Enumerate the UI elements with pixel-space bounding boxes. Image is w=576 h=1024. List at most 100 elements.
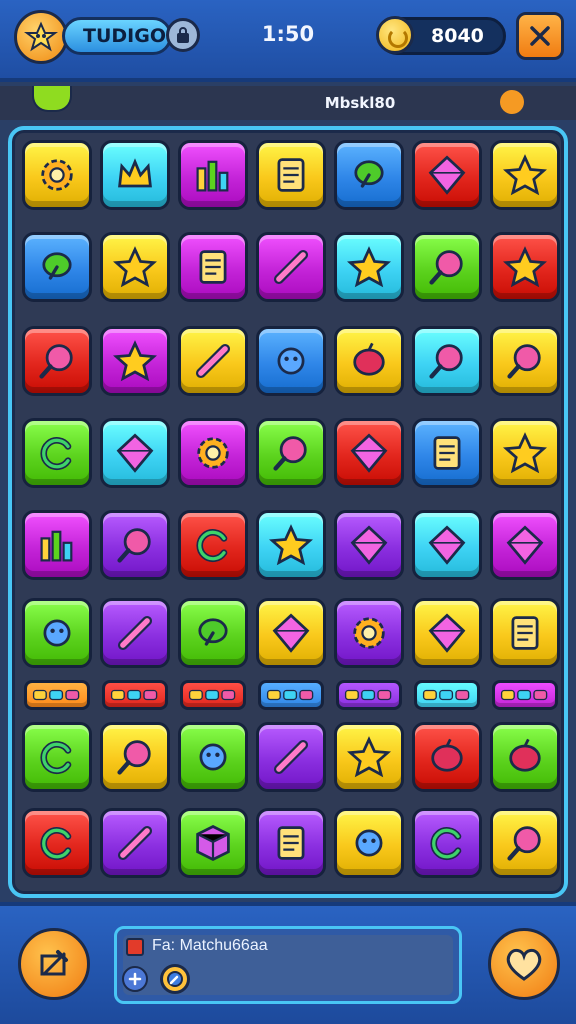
board-tile[interactable] xyxy=(100,140,170,210)
board-tile[interactable] xyxy=(22,326,92,396)
board-tile[interactable] xyxy=(334,232,404,302)
timer-text: 1:50 xyxy=(261,22,315,46)
board-tile[interactable] xyxy=(492,680,558,710)
board-tile[interactable] xyxy=(180,680,246,710)
board-tile[interactable] xyxy=(414,680,480,710)
board-tile[interactable] xyxy=(24,680,90,710)
board-tile[interactable] xyxy=(490,140,560,210)
board-tile[interactable] xyxy=(178,232,248,302)
pattern-bar-icon xyxy=(344,689,392,701)
rainbow-slash-icon xyxy=(273,249,309,285)
star-wand-icon xyxy=(347,736,391,778)
board-tile[interactable] xyxy=(490,510,560,580)
board-tile[interactable] xyxy=(334,722,404,792)
board-tile[interactable] xyxy=(256,510,326,580)
board-tile[interactable] xyxy=(412,598,482,668)
info-plus-button[interactable] xyxy=(122,966,148,992)
image-frame-icon xyxy=(199,250,227,284)
emerald-icon xyxy=(116,433,154,473)
board-tile[interactable] xyxy=(412,722,482,792)
board-tile[interactable] xyxy=(490,418,560,488)
close-button[interactable] xyxy=(516,12,564,60)
apple-icon xyxy=(353,342,385,376)
board-tile[interactable] xyxy=(336,680,402,710)
star-icon xyxy=(113,246,157,288)
board-tile[interactable] xyxy=(178,598,248,668)
phone-icon xyxy=(277,158,305,192)
broccoli-icon xyxy=(354,160,384,188)
board-tile[interactable] xyxy=(100,722,170,792)
board-tile[interactable] xyxy=(22,722,92,792)
profile-badge[interactable] xyxy=(166,18,200,52)
board-tile[interactable] xyxy=(258,680,324,710)
board-tile[interactable] xyxy=(178,510,248,580)
board-tile[interactable] xyxy=(256,232,326,302)
star-icon xyxy=(269,524,313,566)
lollipop-icon xyxy=(39,344,73,379)
board-tile[interactable] xyxy=(490,598,560,668)
board-tile[interactable] xyxy=(334,598,404,668)
board-tile[interactable] xyxy=(490,232,560,302)
swirl-icon xyxy=(196,529,228,562)
board-tile[interactable] xyxy=(178,326,248,396)
board-tile[interactable] xyxy=(22,418,92,488)
board-tile[interactable] xyxy=(334,326,404,396)
board-tile[interactable] xyxy=(22,140,92,210)
letter-c-icon xyxy=(40,827,72,860)
rainbow-bar-icon xyxy=(266,689,314,701)
board-tile[interactable] xyxy=(102,680,168,710)
sparkle-bar-icon xyxy=(188,689,236,701)
arrow-bar-icon xyxy=(110,689,158,701)
board-tile[interactable] xyxy=(178,722,248,792)
info-compass-button[interactable] xyxy=(160,964,190,994)
board-tile[interactable] xyxy=(100,418,170,488)
board-tile[interactable] xyxy=(490,722,560,792)
compass-icon xyxy=(167,971,183,987)
board-tile[interactable] xyxy=(100,510,170,580)
board-tile[interactable] xyxy=(490,326,560,396)
board-tile[interactable] xyxy=(100,232,170,302)
planet-icon xyxy=(509,738,541,772)
bar-chart-icon xyxy=(40,530,73,562)
board-tile[interactable] xyxy=(256,418,326,488)
board-tile[interactable] xyxy=(334,808,404,878)
board-tile[interactable] xyxy=(256,326,326,396)
board-tile[interactable] xyxy=(334,510,404,580)
board-tile[interactable] xyxy=(490,808,560,878)
hammer-booster-button[interactable] xyxy=(18,928,90,1000)
lollipop-icon xyxy=(507,344,541,379)
board-tile[interactable] xyxy=(412,326,482,396)
oval-gem-icon xyxy=(428,613,466,653)
board-tile[interactable] xyxy=(412,808,482,878)
board-tile[interactable] xyxy=(22,598,92,668)
progress-tab xyxy=(32,86,72,112)
board-tile[interactable] xyxy=(256,140,326,210)
board-tile[interactable] xyxy=(178,808,248,878)
board-tile[interactable] xyxy=(22,232,92,302)
frame-slash-icon xyxy=(511,616,539,650)
ring-bar-icon xyxy=(422,689,470,701)
compass-icon xyxy=(40,437,72,470)
board-tile[interactable] xyxy=(334,418,404,488)
board-tile[interactable] xyxy=(178,418,248,488)
board-tile[interactable] xyxy=(100,598,170,668)
board-tile[interactable] xyxy=(412,510,482,580)
player-avatar[interactable] xyxy=(14,10,68,64)
board-tile[interactable] xyxy=(256,808,326,878)
board-tile[interactable] xyxy=(412,140,482,210)
board-tile[interactable] xyxy=(178,140,248,210)
board-tile[interactable] xyxy=(22,808,92,878)
heart-booster-button[interactable] xyxy=(488,928,560,1000)
player-name: TUDIGO xyxy=(83,25,166,47)
board-tile[interactable] xyxy=(100,808,170,878)
sun-icon xyxy=(353,617,385,649)
board-tile[interactable] xyxy=(256,598,326,668)
pentagon-gem-icon xyxy=(506,525,544,565)
board-tile[interactable] xyxy=(412,232,482,302)
info-text: Fa: Matchu66aa xyxy=(152,937,268,954)
board-tile[interactable] xyxy=(100,326,170,396)
board-tile[interactable] xyxy=(412,418,482,488)
board-tile[interactable] xyxy=(22,510,92,580)
board-tile[interactable] xyxy=(256,722,326,792)
board-tile[interactable] xyxy=(334,140,404,210)
